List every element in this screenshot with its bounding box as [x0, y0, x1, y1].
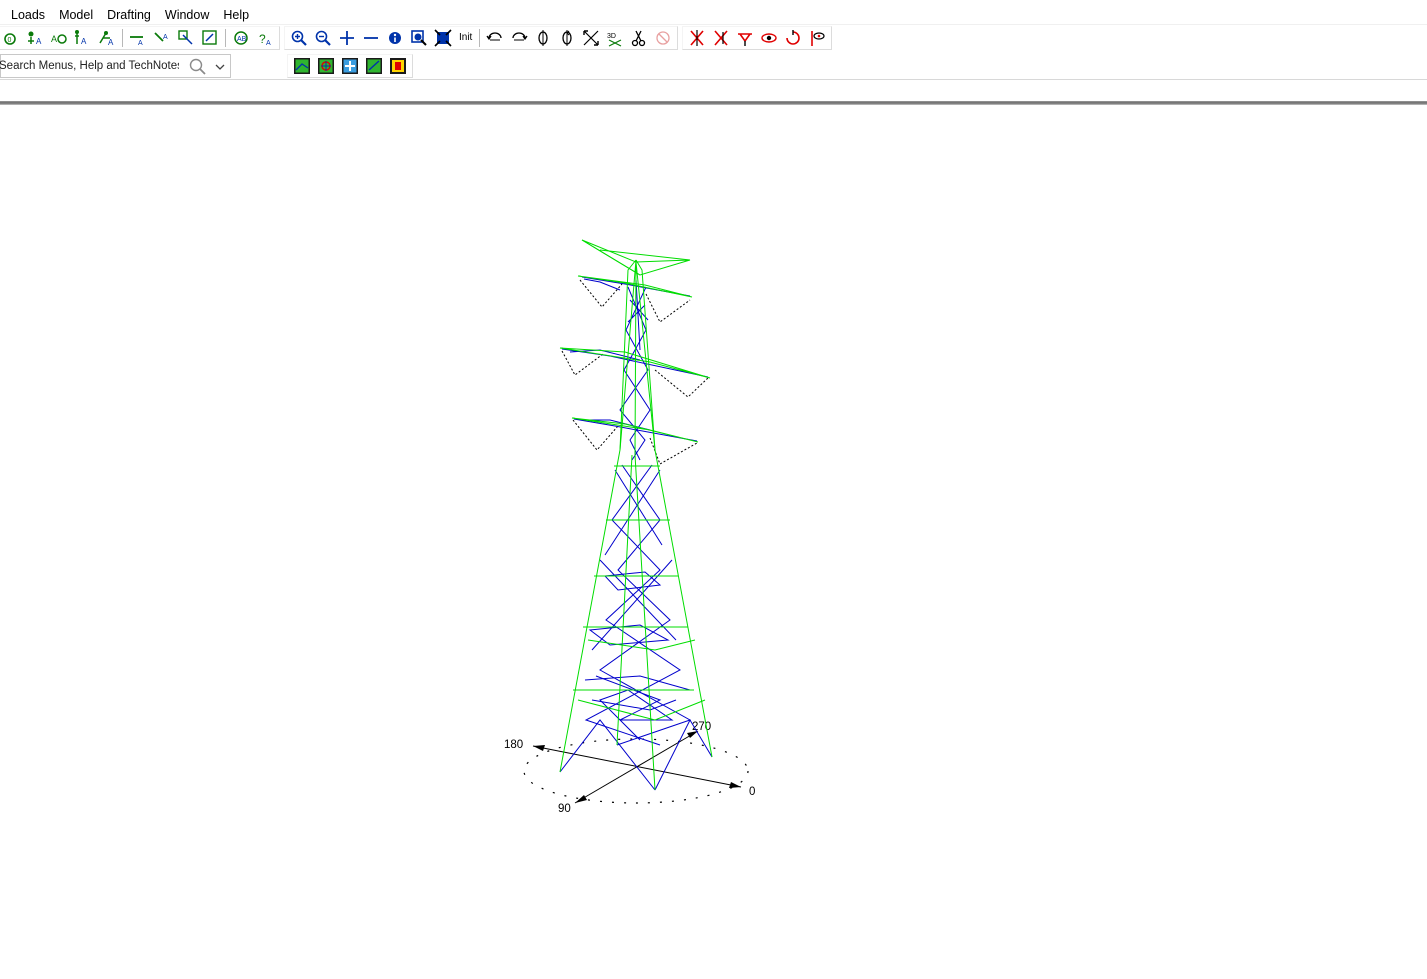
svg-text:A: A: [138, 40, 143, 47]
chevron-down-icon[interactable]: [214, 61, 226, 73]
node-renumber-icon[interactable]: A: [47, 27, 71, 49]
zoom-in-icon[interactable]: [287, 27, 311, 49]
rotate-y-icon[interactable]: [555, 27, 579, 49]
render-section-icon[interactable]: [314, 55, 338, 77]
toolbar-separator: [479, 29, 481, 47]
render-solid-icon[interactable]: [290, 55, 314, 77]
red-tool-3-icon[interactable]: [733, 27, 757, 49]
tool-strip: [0, 79, 1427, 102]
member-group-icon[interactable]: [198, 27, 222, 49]
view-info-icon[interactable]: [383, 27, 407, 49]
zoom-extents-icon[interactable]: [431, 27, 455, 49]
menu-window[interactable]: Window: [158, 1, 216, 23]
toolbar-separator: [122, 29, 123, 47]
compass-label-90: 90: [558, 803, 571, 815]
render-check-icon[interactable]: [362, 55, 386, 77]
compass-arrow-180: [533, 745, 545, 751]
red-tool-2-icon[interactable]: [709, 27, 733, 49]
svg-text:A: A: [81, 37, 87, 46]
member-add-icon[interactable]: A: [126, 27, 150, 49]
node-attach-icon[interactable]: A: [95, 27, 119, 49]
cut-icon[interactable]: [627, 27, 651, 49]
search-box: [0, 54, 231, 78]
node-label-icon[interactable]: A: [23, 27, 47, 49]
compass-label-0: 0: [749, 786, 755, 798]
toolbar-group-red: [682, 26, 833, 50]
node-add-icon[interactable]: 0: [0, 27, 23, 49]
red-tool-5-icon[interactable]: [781, 27, 805, 49]
red-tool-6-icon[interactable]: [805, 27, 829, 49]
compass-label-180: 180: [504, 739, 523, 751]
init-button[interactable]: Init: [455, 27, 476, 49]
compass-label-270: 270: [692, 721, 711, 733]
compass-arrow-0: [729, 782, 741, 788]
view-3d-icon[interactable]: 3D: [603, 27, 627, 49]
svg-text:?: ?: [259, 32, 266, 46]
toolbar-group-view: Init 3D: [284, 26, 679, 50]
toolbar-separator: [225, 29, 226, 47]
render-frame-icon[interactable]: [386, 55, 410, 77]
fit-view-icon[interactable]: [579, 27, 603, 49]
red-tool-4-icon[interactable]: [757, 27, 781, 49]
member-edit-icon[interactable]: [174, 27, 198, 49]
svg-text:A: A: [163, 34, 168, 41]
main-toolbar: 0 A A A A A A AB ? A Init 3D: [0, 25, 833, 51]
menu-loads[interactable]: Loads: [0, 1, 52, 23]
svg-text:AB: AB: [237, 36, 247, 43]
disabled-tool-icon: [651, 27, 675, 49]
svg-text:A: A: [266, 40, 271, 47]
svg-text:A: A: [36, 37, 42, 46]
search-input[interactable]: [0, 56, 179, 76]
search-icon[interactable]: [188, 57, 208, 77]
svg-text:A: A: [108, 38, 114, 47]
pan-plus-icon[interactable]: [335, 27, 359, 49]
menu-bar: Loads Model Drafting Window Help: [0, 0, 1427, 25]
model-viewport[interactable]: 180 0 90 270: [0, 105, 1427, 979]
tower-model: 180 0 90 270: [504, 239, 755, 815]
menu-drafting[interactable]: Drafting: [100, 1, 158, 23]
render-plus-icon[interactable]: [338, 55, 362, 77]
compass-ring: [523, 738, 749, 804]
pan-minus-icon[interactable]: [359, 27, 383, 49]
menu-help[interactable]: Help: [216, 1, 256, 23]
red-tool-1-icon[interactable]: [685, 27, 709, 49]
svg-text:3D: 3D: [607, 33, 616, 40]
zoom-out-icon[interactable]: [311, 27, 335, 49]
check-model-icon[interactable]: AB: [229, 27, 253, 49]
menu-model[interactable]: Model: [52, 1, 100, 23]
rotate-x-icon[interactable]: [531, 27, 555, 49]
toolbar-group-nodes: 0 A A A A A A AB ? A: [0, 26, 280, 50]
help-query-icon[interactable]: ? A: [253, 27, 277, 49]
node-tag-icon[interactable]: A: [71, 27, 95, 49]
zoom-window-icon[interactable]: [407, 27, 431, 49]
svg-text:0: 0: [8, 37, 12, 44]
rotate-down-icon[interactable]: [507, 27, 531, 49]
compass-arrow-90: [575, 795, 587, 803]
member-connect-icon[interactable]: A: [150, 27, 174, 49]
render-toolbar: [287, 54, 413, 78]
rotate-left-icon[interactable]: [483, 27, 507, 49]
svg-text:A: A: [51, 34, 57, 44]
